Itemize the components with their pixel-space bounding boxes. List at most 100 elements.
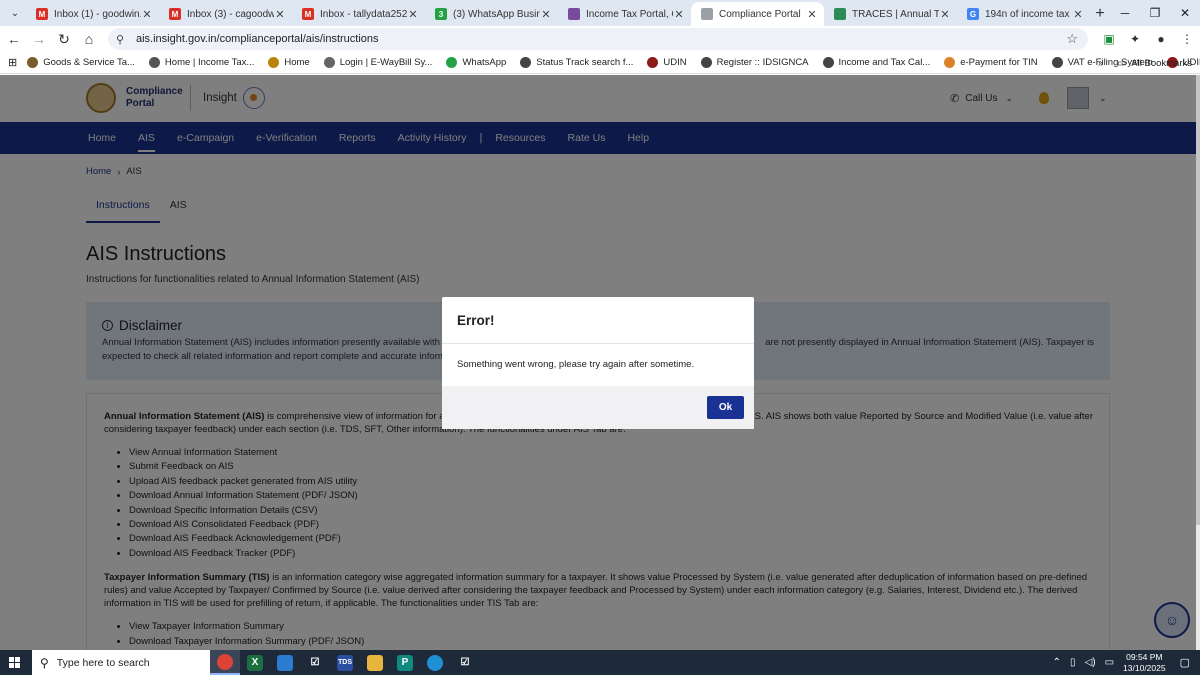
bookmark-favicon-icon — [647, 57, 659, 68]
close-tab-icon[interactable]: ✕ — [1072, 8, 1084, 21]
apps-grid-icon[interactable]: ⊞ — [8, 56, 17, 69]
back-icon[interactable]: ← — [3, 28, 25, 50]
compliance-icon — [701, 8, 713, 20]
taskbar-search[interactable]: ⚲ Type here to search — [32, 650, 210, 675]
windows-start-icon[interactable] — [0, 650, 28, 675]
page-scrollbar[interactable] — [1196, 75, 1200, 650]
error-dialog: Error! Something went wrong, please try … — [442, 297, 754, 429]
tray-chevron-icon[interactable]: ⌃ — [1053, 657, 1061, 668]
bookmark-label: e-Payment for TIN — [960, 57, 1038, 68]
bookmark-favicon-icon — [323, 57, 335, 68]
browser-tab[interactable]: TRACES | Annual Tax Stat✕ — [824, 2, 957, 26]
dialog-title: Error! — [457, 313, 495, 328]
close-tab-icon[interactable]: ✕ — [141, 8, 153, 21]
bookmark-item[interactable]: UDIN — [647, 57, 687, 68]
tds-app-taskbar-icon[interactable]: TDS — [330, 650, 360, 675]
address-bar[interactable]: ⚲ ais.insight.gov.in/complianceportal/ai… — [108, 28, 1088, 50]
notification-icon[interactable]: ▢ — [1180, 656, 1190, 669]
extension-green-icon[interactable]: ▣ — [1096, 28, 1122, 50]
ok-button[interactable]: Ok — [707, 396, 744, 419]
browser-tab[interactable]: Income Tax Portal, Gover✕ — [558, 2, 691, 26]
traces-icon — [834, 8, 846, 20]
web-page: Compliance Portal Insight ✆ Call Us ⌄ ⌄ … — [0, 75, 1196, 650]
close-tab-icon[interactable]: ✕ — [540, 8, 552, 21]
bookmark-item[interactable]: Income and Tax Cal... — [822, 57, 931, 68]
gmail-icon: M — [169, 8, 181, 20]
tab-title: Inbox - tallydata2526toge — [320, 8, 407, 20]
home-icon[interactable]: ⌂ — [78, 28, 100, 50]
bookmark-item[interactable]: e-Payment for TIN — [944, 57, 1038, 68]
tab-title: Compliance Portal — [719, 8, 801, 20]
checklist-taskbar-icon[interactable]: ☑ — [450, 650, 480, 675]
tab-title: (3) WhatsApp Business — [453, 8, 540, 20]
browser-menu-icon[interactable]: ⋮ — [1174, 28, 1200, 50]
app-taskbar-icon[interactable] — [270, 650, 300, 675]
bookmark-item[interactable]: Login | E-WayBill Sy... — [323, 57, 433, 68]
bookmark-label: Goods & Service Ta... — [43, 57, 135, 68]
window-controls: ─ ❐ ✕ — [1110, 0, 1200, 26]
browser-tab[interactable]: M Inbox - tallydata2526toge✕ — [292, 2, 425, 26]
bookmark-item[interactable]: Goods & Service Ta... — [27, 57, 135, 68]
forward-icon[interactable]: → — [28, 28, 50, 50]
tab-list: MInbox (1) - goodwin.cha✕MInbox (3) - ca… — [26, 2, 1090, 26]
bookmark-favicon-icon — [944, 57, 956, 68]
bookmark-favicon-icon — [268, 57, 280, 68]
bookmark-label: UDIN — [663, 57, 687, 68]
browser-tab[interactable]: M Inbox (3) - cagoodwinba✕ — [159, 2, 292, 26]
new-tab-button[interactable]: + — [1090, 3, 1110, 25]
bookmark-item[interactable]: Status Track search f... — [520, 57, 633, 68]
usb-icon[interactable]: ▯ — [1070, 657, 1076, 668]
browser-tab[interactable]: Compliance Portal ✕ — [691, 2, 824, 26]
bookmark-label: Login | E-WayBill Sy... — [339, 57, 433, 68]
chrome-taskbar-icon[interactable] — [210, 650, 240, 675]
bookmark-label: Status Track search f... — [536, 57, 634, 68]
network-icon[interactable]: ▭ — [1105, 657, 1114, 668]
gmail-icon: M — [36, 8, 48, 20]
browser-tab[interactable]: M Inbox (1) - goodwin.cha✕ — [26, 2, 159, 26]
close-tab-icon[interactable]: ✕ — [939, 8, 951, 21]
bookmark-star-icon[interactable]: ☆ — [1066, 31, 1078, 47]
browser-tab[interactable]: G 194n of income tax act - ✕ — [957, 2, 1090, 26]
profile-avatar-icon[interactable]: ● — [1148, 28, 1174, 50]
publisher-taskbar-icon[interactable]: P — [390, 650, 420, 675]
bookmark-label: Home | Income Tax... — [164, 57, 255, 68]
close-tab-icon[interactable]: ✕ — [274, 8, 286, 21]
more-bookmarks-icon[interactable]: » — [1098, 58, 1103, 69]
tab-search-icon[interactable]: ⌄ — [4, 2, 26, 24]
bookmark-item[interactable]: Home — [268, 57, 310, 68]
edge-taskbar-icon[interactable] — [420, 650, 450, 675]
close-window-icon[interactable]: ✕ — [1170, 0, 1200, 26]
bookmark-favicon-icon — [700, 57, 712, 68]
restore-icon[interactable]: ❐ — [1140, 0, 1170, 26]
taskbar-search-placeholder: Type here to search — [56, 656, 150, 669]
close-tab-icon[interactable]: ✕ — [806, 8, 818, 21]
volume-icon[interactable]: ◁) — [1085, 657, 1096, 668]
bookmark-item[interactable]: WhatsApp — [446, 57, 506, 68]
extensions-icon[interactable]: ✦ — [1122, 28, 1148, 50]
clock-time: 09:54 PM — [1126, 651, 1163, 662]
url-text: ais.insight.gov.in/complianceportal/ais/… — [136, 33, 379, 45]
bookmark-item[interactable]: Register :: IDSIGNCA — [700, 57, 809, 68]
bookmarks-bar: ⊞ Goods & Service Ta... Home | Income Tax… — [0, 52, 1200, 74]
site-info-icon[interactable]: ⚲ — [116, 33, 130, 46]
clock[interactable]: 09:54 PM 13/10/2025 — [1123, 652, 1166, 674]
tab-title: Income Tax Portal, Gover — [586, 8, 673, 20]
folder-icon: ▭ — [1117, 57, 1127, 69]
bookmark-list: Goods & Service Ta... Home | Income Tax..… — [27, 57, 1200, 68]
minimize-icon[interactable]: ─ — [1110, 0, 1140, 26]
bookmark-favicon-icon — [520, 57, 532, 68]
tab-title: Inbox (3) - cagoodwinba — [187, 8, 274, 20]
reload-icon[interactable]: ↻ — [53, 28, 75, 50]
checkbox-app-taskbar-icon[interactable]: ☑ — [300, 650, 330, 675]
close-tab-icon[interactable]: ✕ — [673, 8, 685, 21]
browser-tab[interactable]: 3 (3) WhatsApp Business✕ — [425, 2, 558, 26]
tab-title: TRACES | Annual Tax Stat — [852, 8, 939, 20]
bookmark-favicon-icon — [1051, 57, 1063, 68]
bookmark-label: Register :: IDSIGNCA — [716, 57, 809, 68]
excel-taskbar-icon[interactable]: X — [240, 650, 270, 675]
file-explorer-taskbar-icon[interactable] — [360, 650, 390, 675]
bookmark-item[interactable]: Home | Income Tax... — [148, 57, 255, 68]
all-bookmarks-link[interactable]: All Bookmarks — [1131, 58, 1192, 69]
close-tab-icon[interactable]: ✕ — [407, 8, 419, 21]
bookmark-label: Income and Tax Cal... — [838, 57, 931, 68]
